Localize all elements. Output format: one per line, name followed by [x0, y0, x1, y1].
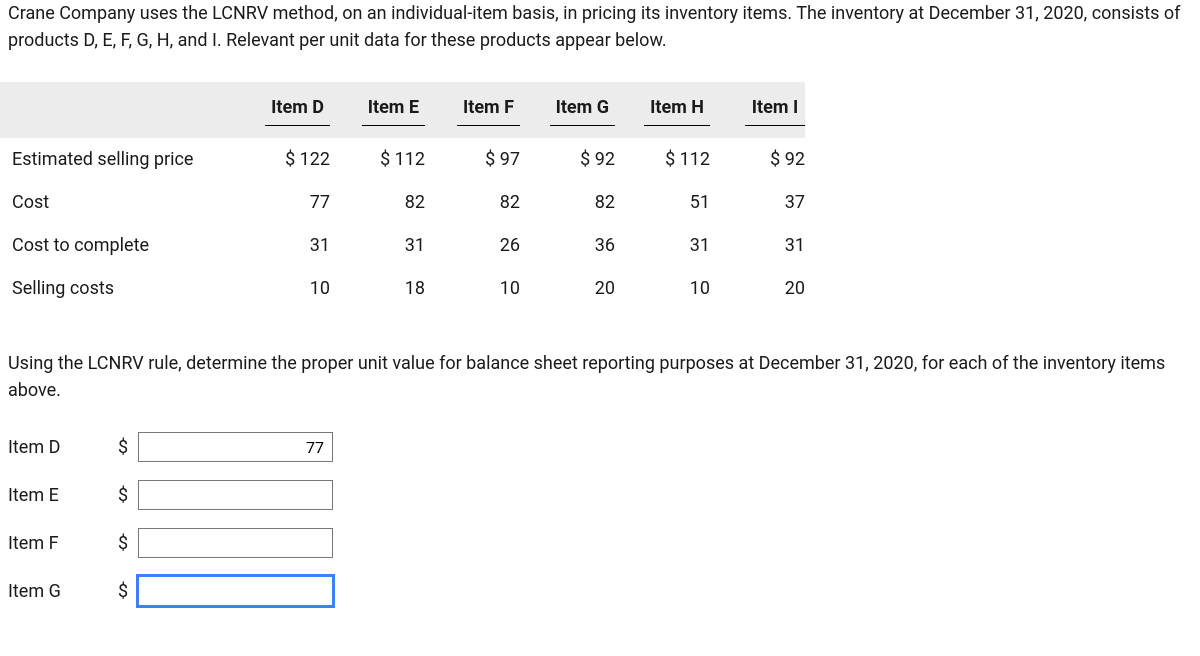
cell: $ 92 — [710, 138, 805, 181]
cell: 20 — [710, 267, 805, 310]
cell: $ 97 — [425, 138, 520, 181]
answer-label: Item F — [8, 530, 118, 557]
answer-input-item-d[interactable] — [138, 432, 333, 462]
cell: 10 — [235, 267, 330, 310]
cell: 77 — [235, 181, 330, 224]
answer-label: Item E — [8, 482, 118, 509]
row-label: Cost to complete — [0, 224, 235, 267]
cell: $ 122 — [235, 138, 330, 181]
col-header-label: Item G — [550, 94, 615, 126]
col-header-label: Item I — [745, 94, 805, 126]
problem-intro-text: Crane Company uses the LCNRV method, on … — [8, 0, 1192, 54]
col-header-label: Item F — [457, 94, 520, 126]
answers-block: Item D $ Item E $ Item F $ Item G $ — [0, 432, 1200, 606]
answer-input-item-e[interactable] — [138, 480, 333, 510]
col-header-label: Item H — [644, 94, 710, 126]
answer-row-item-e: Item E $ — [8, 480, 1200, 510]
col-header: Item H — [615, 82, 710, 138]
col-header: Item I — [710, 82, 805, 138]
answer-row-item-g: Item G $ — [8, 576, 1200, 606]
cell: 26 — [425, 224, 520, 267]
cell: 31 — [615, 224, 710, 267]
cell: 31 — [710, 224, 805, 267]
row-label: Cost — [0, 181, 235, 224]
answer-label: Item D — [8, 434, 118, 461]
cell: 82 — [425, 181, 520, 224]
table-row: Cost to complete 31 31 26 36 31 31 — [0, 224, 805, 267]
answer-label: Item G — [8, 578, 118, 605]
cell: 51 — [615, 181, 710, 224]
cell: 82 — [520, 181, 615, 224]
currency-symbol: $ — [118, 578, 138, 605]
currency-symbol: $ — [118, 434, 138, 461]
col-header: Item G — [520, 82, 615, 138]
question-text: Using the LCNRV rule, determine the prop… — [0, 350, 1200, 404]
cell: 82 — [330, 181, 425, 224]
col-header-label: Item D — [265, 94, 330, 126]
col-header-label: Item E — [362, 94, 425, 126]
table-row: Estimated selling price $ 122 $ 112 $ 97… — [0, 138, 805, 181]
cell: 31 — [235, 224, 330, 267]
table-header-blank — [0, 82, 235, 138]
cell: 36 — [520, 224, 615, 267]
row-label: Selling costs — [0, 267, 235, 310]
currency-symbol: $ — [118, 482, 138, 509]
col-header: Item E — [330, 82, 425, 138]
col-header: Item D — [235, 82, 330, 138]
col-header: Item F — [425, 82, 520, 138]
cell: 18 — [330, 267, 425, 310]
cell: $ 112 — [330, 138, 425, 181]
table-header-row: Item D Item E Item F Item G Item H Item … — [0, 82, 805, 138]
answer-input-item-f[interactable] — [138, 528, 333, 558]
cell: $ 92 — [520, 138, 615, 181]
answer-input-item-g[interactable] — [138, 576, 333, 606]
cell: 20 — [520, 267, 615, 310]
cell: 31 — [330, 224, 425, 267]
problem-intro: Crane Company uses the LCNRV method, on … — [0, 0, 1200, 54]
currency-symbol: $ — [118, 530, 138, 557]
row-label: Estimated selling price — [0, 138, 235, 181]
table-row: Selling costs 10 18 10 20 10 20 — [0, 267, 805, 310]
cell: 10 — [615, 267, 710, 310]
data-table: Item D Item E Item F Item G Item H Item … — [0, 82, 805, 310]
cell: 37 — [710, 181, 805, 224]
answer-row-item-f: Item F $ — [8, 528, 1200, 558]
cell: $ 112 — [615, 138, 710, 181]
table-row: Cost 77 82 82 82 51 37 — [0, 181, 805, 224]
answer-row-item-d: Item D $ — [8, 432, 1200, 462]
cell: 10 — [425, 267, 520, 310]
